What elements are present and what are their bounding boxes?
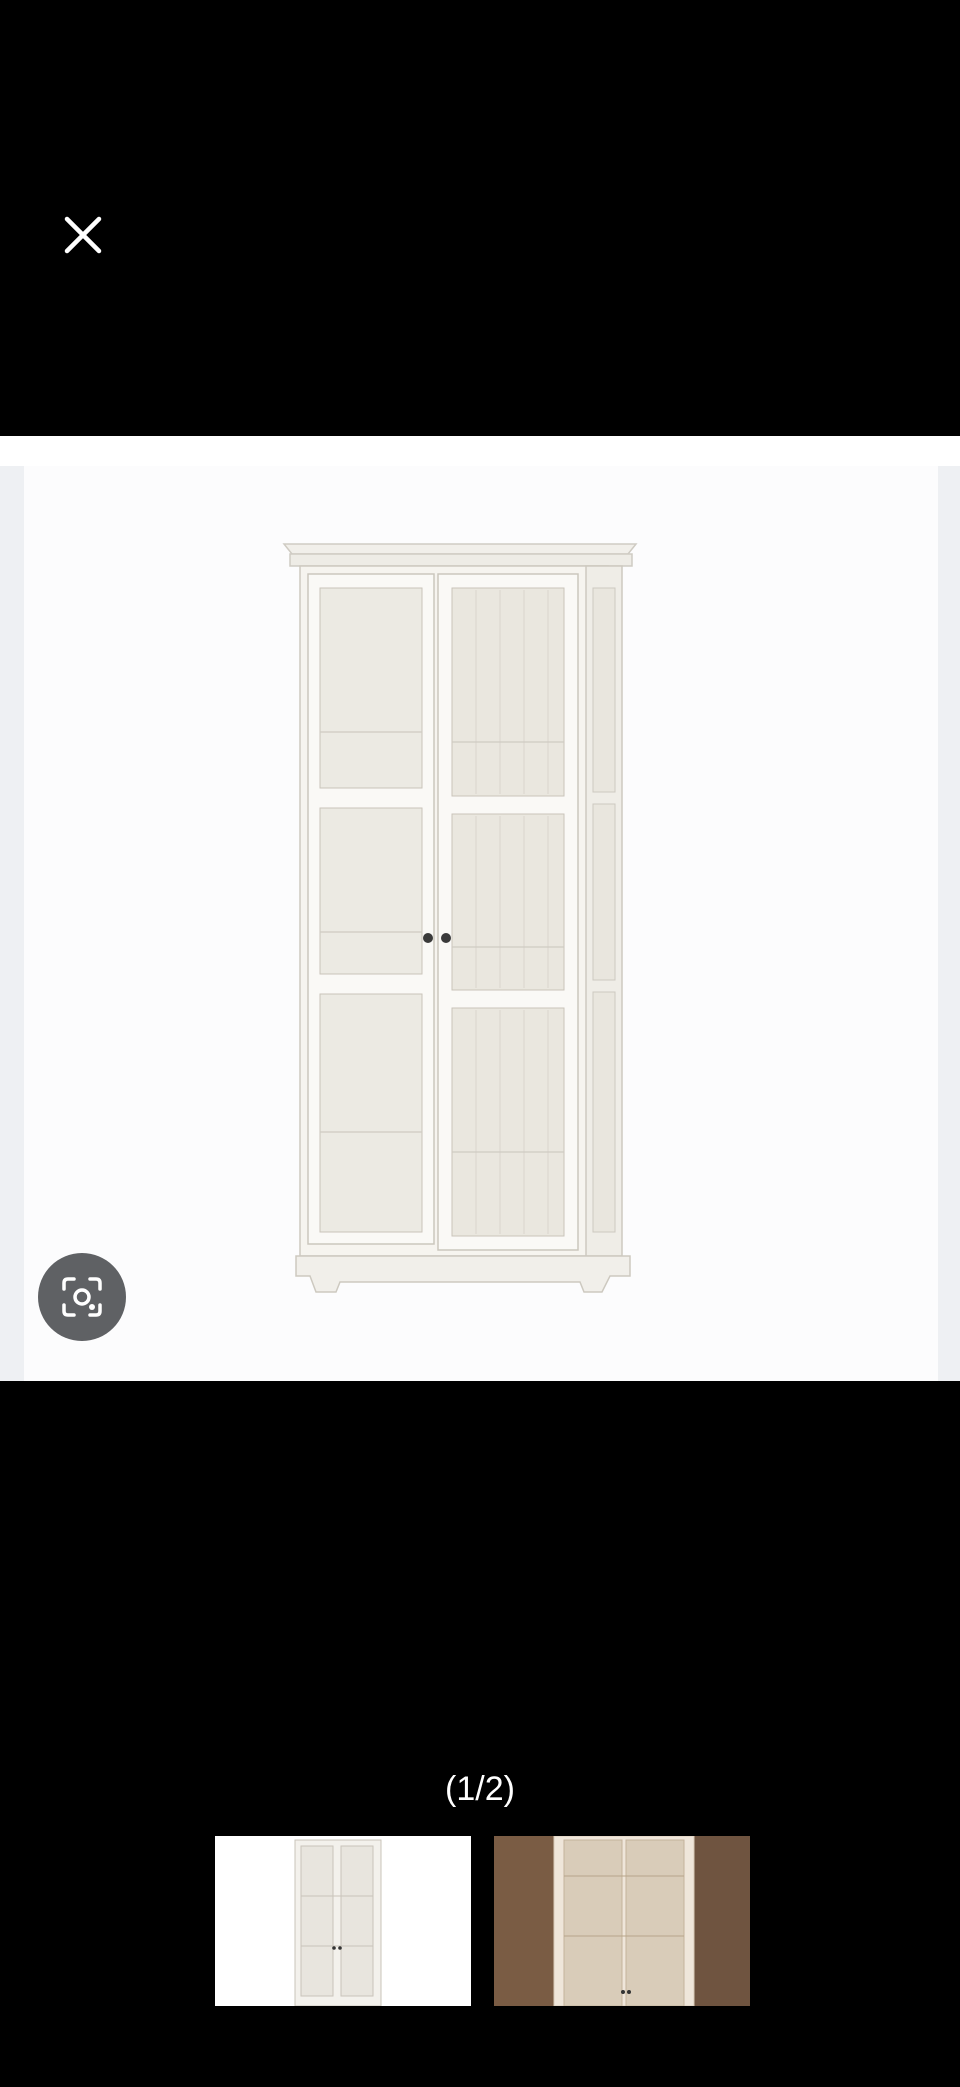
lens-button[interactable] — [38, 1253, 126, 1341]
thumbnail-1[interactable] — [215, 1836, 471, 2006]
image-edge-left — [0, 466, 24, 1381]
thumbnail-2-image — [494, 1836, 750, 2006]
lens-icon — [62, 1277, 102, 1317]
main-image — [0, 436, 960, 1381]
image-counter: (1/2) — [445, 1770, 515, 1808]
close-icon — [64, 216, 102, 254]
thumbnail-2[interactable] — [494, 1836, 750, 2006]
close-button[interactable] — [58, 210, 108, 260]
thumbnail-1-image — [215, 1836, 471, 2006]
cabinet-illustration — [282, 543, 638, 1293]
image-edge-right — [938, 466, 960, 1381]
